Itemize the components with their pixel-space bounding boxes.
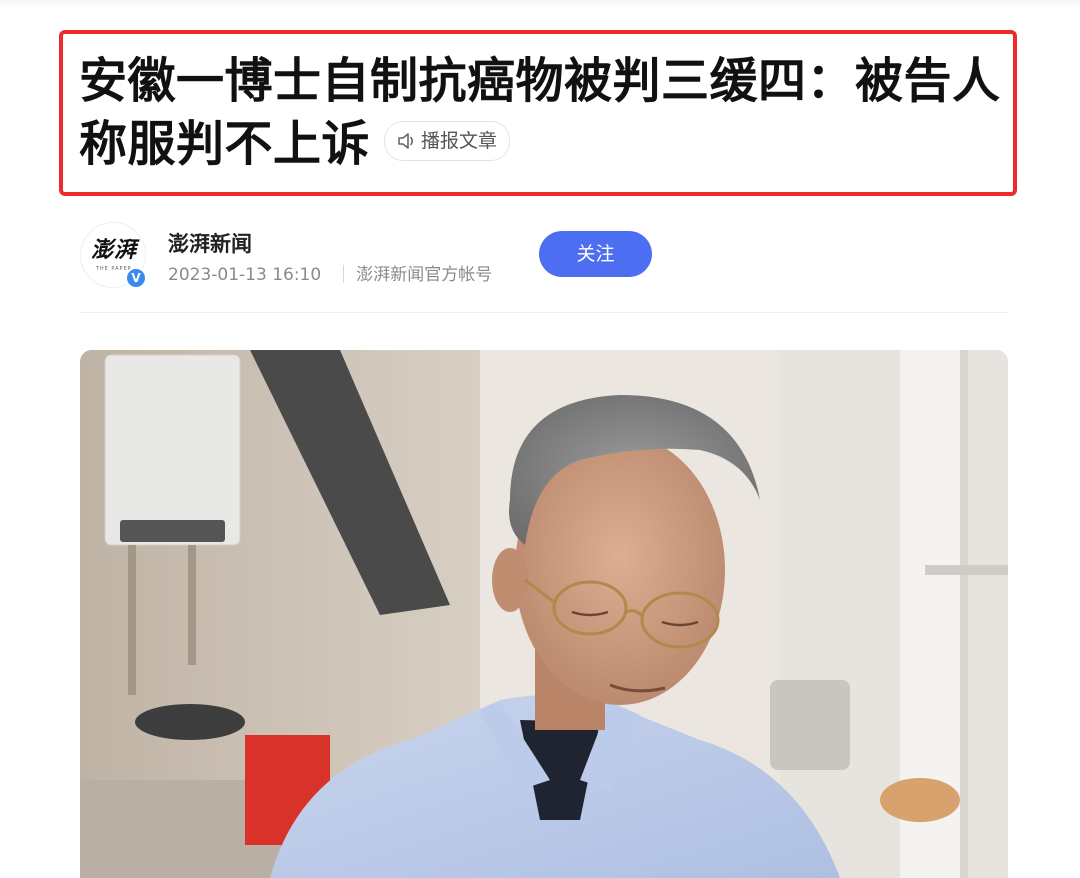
author-row: 澎湃 THE PAPER V 澎湃新闻 2023-01-13 16:10 澎湃新闻… bbox=[80, 222, 1010, 290]
publish-timestamp: 2023-01-13 16:10 bbox=[168, 265, 322, 285]
account-type: 澎湃新闻官方帐号 bbox=[356, 265, 493, 285]
author-meta: 2023-01-13 16:10 澎湃新闻官方帐号 bbox=[168, 260, 492, 285]
person-ear bbox=[492, 548, 528, 612]
listen-article-button[interactable]: 播报文章 bbox=[384, 121, 511, 161]
pipe bbox=[188, 545, 196, 665]
meta-separator bbox=[343, 265, 345, 283]
water-heater bbox=[104, 354, 241, 546]
listen-article-label: 播报文章 bbox=[421, 130, 498, 152]
article-title-text: 安徽一博士自制抗癌物被判三缓四：被告人称服判不上诉 bbox=[79, 53, 1001, 172]
speaker-icon bbox=[398, 133, 414, 149]
header-divider bbox=[80, 312, 1008, 313]
article-photo-illustration bbox=[80, 350, 1008, 878]
pipe bbox=[128, 545, 136, 695]
appliance bbox=[770, 680, 850, 770]
article-photo[interactable] bbox=[80, 350, 1008, 878]
water-heater-panel bbox=[120, 520, 225, 542]
avatar-logo: 澎湃 bbox=[90, 237, 137, 263]
article-title: 安徽一博士自制抗癌物被判三缓四：被告人称服判不上诉 播报文章 bbox=[79, 50, 1009, 176]
top-shadow bbox=[0, 0, 1080, 8]
bread bbox=[880, 778, 960, 822]
author-name[interactable]: 澎湃新闻 bbox=[168, 228, 252, 258]
verified-badge-icon: V bbox=[125, 267, 147, 289]
follow-button[interactable]: 关注 bbox=[539, 231, 652, 277]
article-page: 安徽一博士自制抗癌物被判三缓四：被告人称服判不上诉 播报文章 澎湃 THE PAP… bbox=[0, 0, 1080, 878]
author-avatar[interactable]: 澎湃 THE PAPER V bbox=[80, 222, 147, 289]
window-rail bbox=[925, 565, 1008, 575]
wok bbox=[135, 704, 245, 740]
window-bar bbox=[960, 350, 968, 878]
